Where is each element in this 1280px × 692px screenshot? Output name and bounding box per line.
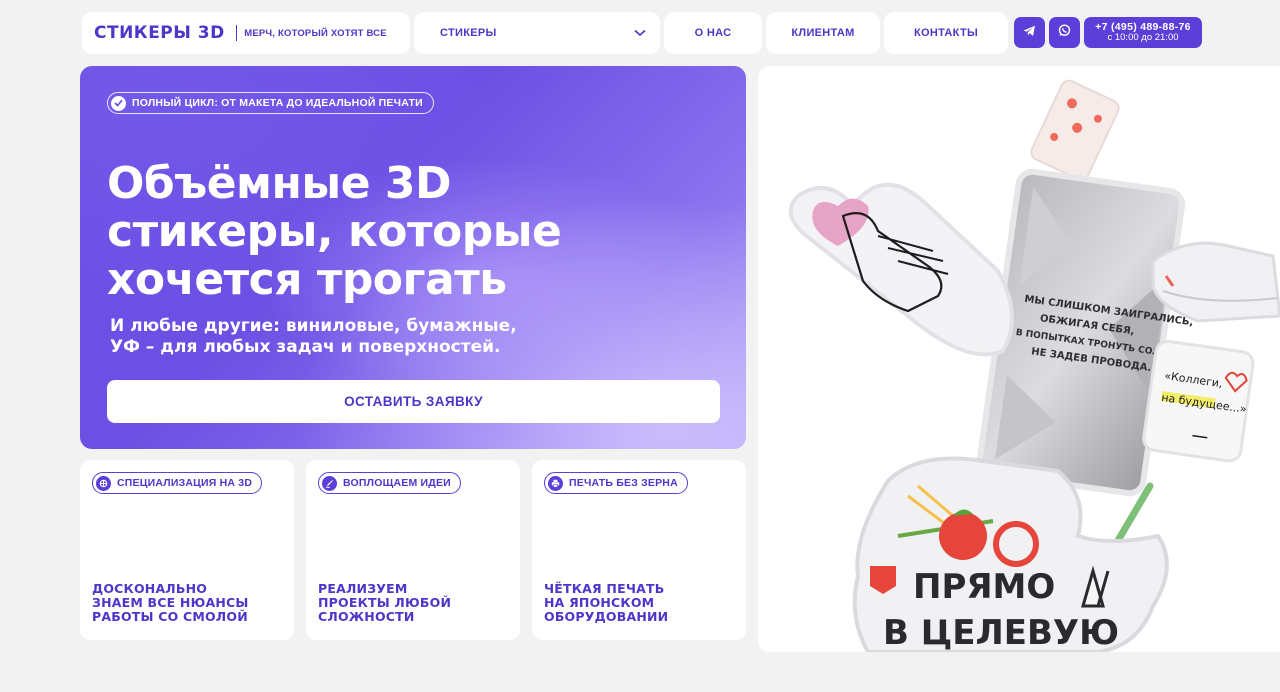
feature-card-print: ПЕЧАТЬ БЕЗ ЗЕРНА ЧЁТКАЯ ПЕЧАТЬ НА ЯПОНСК… (532, 460, 746, 640)
stickers-dropdown[interactable]: СТИКЕРЫ (414, 12, 660, 54)
feature-description: ЧЁТКАЯ ПЕЧАТЬ НА ЯПОНСКОМ ОБОРУДОВАНИИ (544, 582, 740, 624)
submit-request-button[interactable]: ОСТАВИТЬ ЗАЯВКУ (107, 380, 720, 423)
note-card-sticker: «Коллеги, на будущее...» (1142, 339, 1255, 463)
feature-description-line: ЧЁТКАЯ ПЕЧАТЬ (544, 581, 665, 596)
nav-link-clients-label: КЛИЕНТАМ (791, 27, 855, 39)
brand-tagline: МЕРЧ, КОТОРЫЙ ХОТЯТ ВСЕ (244, 27, 387, 39)
whatsapp-button[interactable] (1049, 17, 1080, 48)
feature-description-line: СЛОЖНОСТИ (318, 609, 415, 624)
hero-banner: ПОЛНЫЙ ЦИКЛ: ОТ МАКЕТА ДО ИДЕАЛЬНОЙ ПЕЧА… (80, 66, 746, 449)
hero-title-line: Объёмные 3D (107, 158, 452, 209)
heart-hand-sticker (788, 182, 1014, 357)
site-logo[interactable]: СТИКЕРЫ 3D (94, 23, 225, 43)
working-hours: с 10:00 до 21:00 (1107, 32, 1179, 44)
sticker-collage-image: МЫ СЛИШКОМ ЗАИГРАЛИСЬ, ОБЖИГАЯ СЕБЯ, В П… (758, 66, 1280, 652)
drop-icon (96, 475, 111, 491)
feature-card-3d: СПЕЦИАЛИЗАЦИЯ НА 3D ДОСКОНАЛЬНО ЗНАЕМ ВС… (80, 460, 294, 640)
top-navigation: СТИКЕРЫ 3D МЕРЧ, КОТОРЫЙ ХОТЯТ ВСЕ СТИКЕ… (82, 12, 1202, 54)
brand-divider (235, 25, 238, 41)
sticker-collage-illustration: МЫ СЛИШКОМ ЗАИГРАЛИСЬ, ОБЖИГАЯ СЕБЯ, В П… (788, 79, 1280, 652)
big-slogan-line: ПРЯМО (913, 567, 1055, 607)
whatsapp-icon (1058, 23, 1071, 42)
feature-tag-text: ВОПЛОЩАЕМ ИДЕИ (343, 477, 451, 489)
chevron-down-icon (634, 24, 646, 42)
hero-subtitle: И любые другие: виниловые, бумажные, УФ … (110, 316, 630, 358)
feature-description-line: РЕАЛИЗУЕМ (318, 581, 408, 596)
hero-badge-text: ПОЛНЫЙ ЦИКЛ: ОТ МАКЕТА ДО ИДЕАЛЬНОЙ ПЕЧА… (132, 97, 423, 109)
feature-tag-text: ПЕЧАТЬ БЕЗ ЗЕРНА (569, 477, 678, 489)
brand-block[interactable]: СТИКЕРЫ 3D МЕРЧ, КОТОРЫЙ ХОТЯТ ВСЕ (82, 12, 410, 54)
sneaker-sticker (1151, 241, 1280, 323)
tag-sticker (1030, 79, 1120, 181)
feature-description-line: ЗНАЕМ ВСЕ НЮАНСЫ (92, 595, 249, 610)
hero-title-line: стикеры, которые (107, 206, 562, 257)
stickers-dropdown-label: СТИКЕРЫ (440, 27, 497, 39)
feature-description: РЕАЛИЗУЕМ ПРОЕКТЫ ЛЮБОЙ СЛОЖНОСТИ (318, 582, 514, 624)
feature-description: ДОСКОНАЛЬНО ЗНАЕМ ВСЕ НЮАНСЫ РАБОТЫ СО С… (92, 582, 288, 624)
nav-link-about-label: О НАС (694, 27, 732, 39)
contact-buttons: +7 (495) 489-88-76 с 10:00 до 21:00 (1014, 12, 1202, 54)
telegram-button[interactable] (1014, 17, 1045, 48)
feature-tag: ПЕЧАТЬ БЕЗ ЗЕРНА (544, 472, 688, 494)
hero-badge: ПОЛНЫЙ ЦИКЛ: ОТ МАКЕТА ДО ИДЕАЛЬНОЙ ПЕЧА… (107, 92, 434, 114)
nav-link-clients[interactable]: КЛИЕНТАМ (766, 12, 880, 54)
feature-description-line: ДОСКОНАЛЬНО (92, 581, 208, 596)
feature-tag: СПЕЦИАЛИЗАЦИЯ НА 3D (92, 472, 263, 494)
feature-description-line: ПРОЕКТЫ ЛЮБОЙ (318, 595, 452, 610)
feature-card-ideas: ВОПЛОЩАЕМ ИДЕИ РЕАЛИЗУЕМ ПРОЕКТЫ ЛЮБОЙ С… (306, 460, 520, 640)
phone-contact[interactable]: +7 (495) 489-88-76 с 10:00 до 21:00 (1084, 17, 1202, 48)
feature-tag-text: СПЕЦИАЛИЗАЦИЯ НА 3D (117, 477, 253, 489)
hero-subtitle-line: УФ – для любых задач и поверхностей. (110, 337, 501, 357)
brush-icon (322, 475, 337, 491)
big-slogan-line: В ЦЕЛЕВУЮ (883, 613, 1119, 652)
nav-link-contacts-label: КОНТАКТЫ (913, 27, 979, 39)
hero-title: Объёмные 3D стикеры, которые хочется тро… (107, 160, 727, 304)
check-icon (111, 95, 126, 111)
feature-description-line: НА ЯПОНСКОМ (544, 595, 655, 610)
feature-tag: ВОПЛОЩАЕМ ИДЕИ (318, 472, 461, 494)
feature-description-line: ОБОРУДОВАНИИ (544, 609, 669, 624)
hero-title-line: хочется трогать (107, 254, 507, 305)
hero-subtitle-line: И любые другие: виниловые, бумажные, (110, 316, 517, 336)
telegram-icon (1023, 24, 1036, 42)
printer-icon (548, 475, 563, 491)
feature-description-line: РАБОТЫ СО СМОЛОЙ (92, 609, 248, 624)
nav-link-contacts[interactable]: КОНТАКТЫ (884, 12, 1008, 54)
nav-link-about[interactable]: О НАС (664, 12, 762, 54)
